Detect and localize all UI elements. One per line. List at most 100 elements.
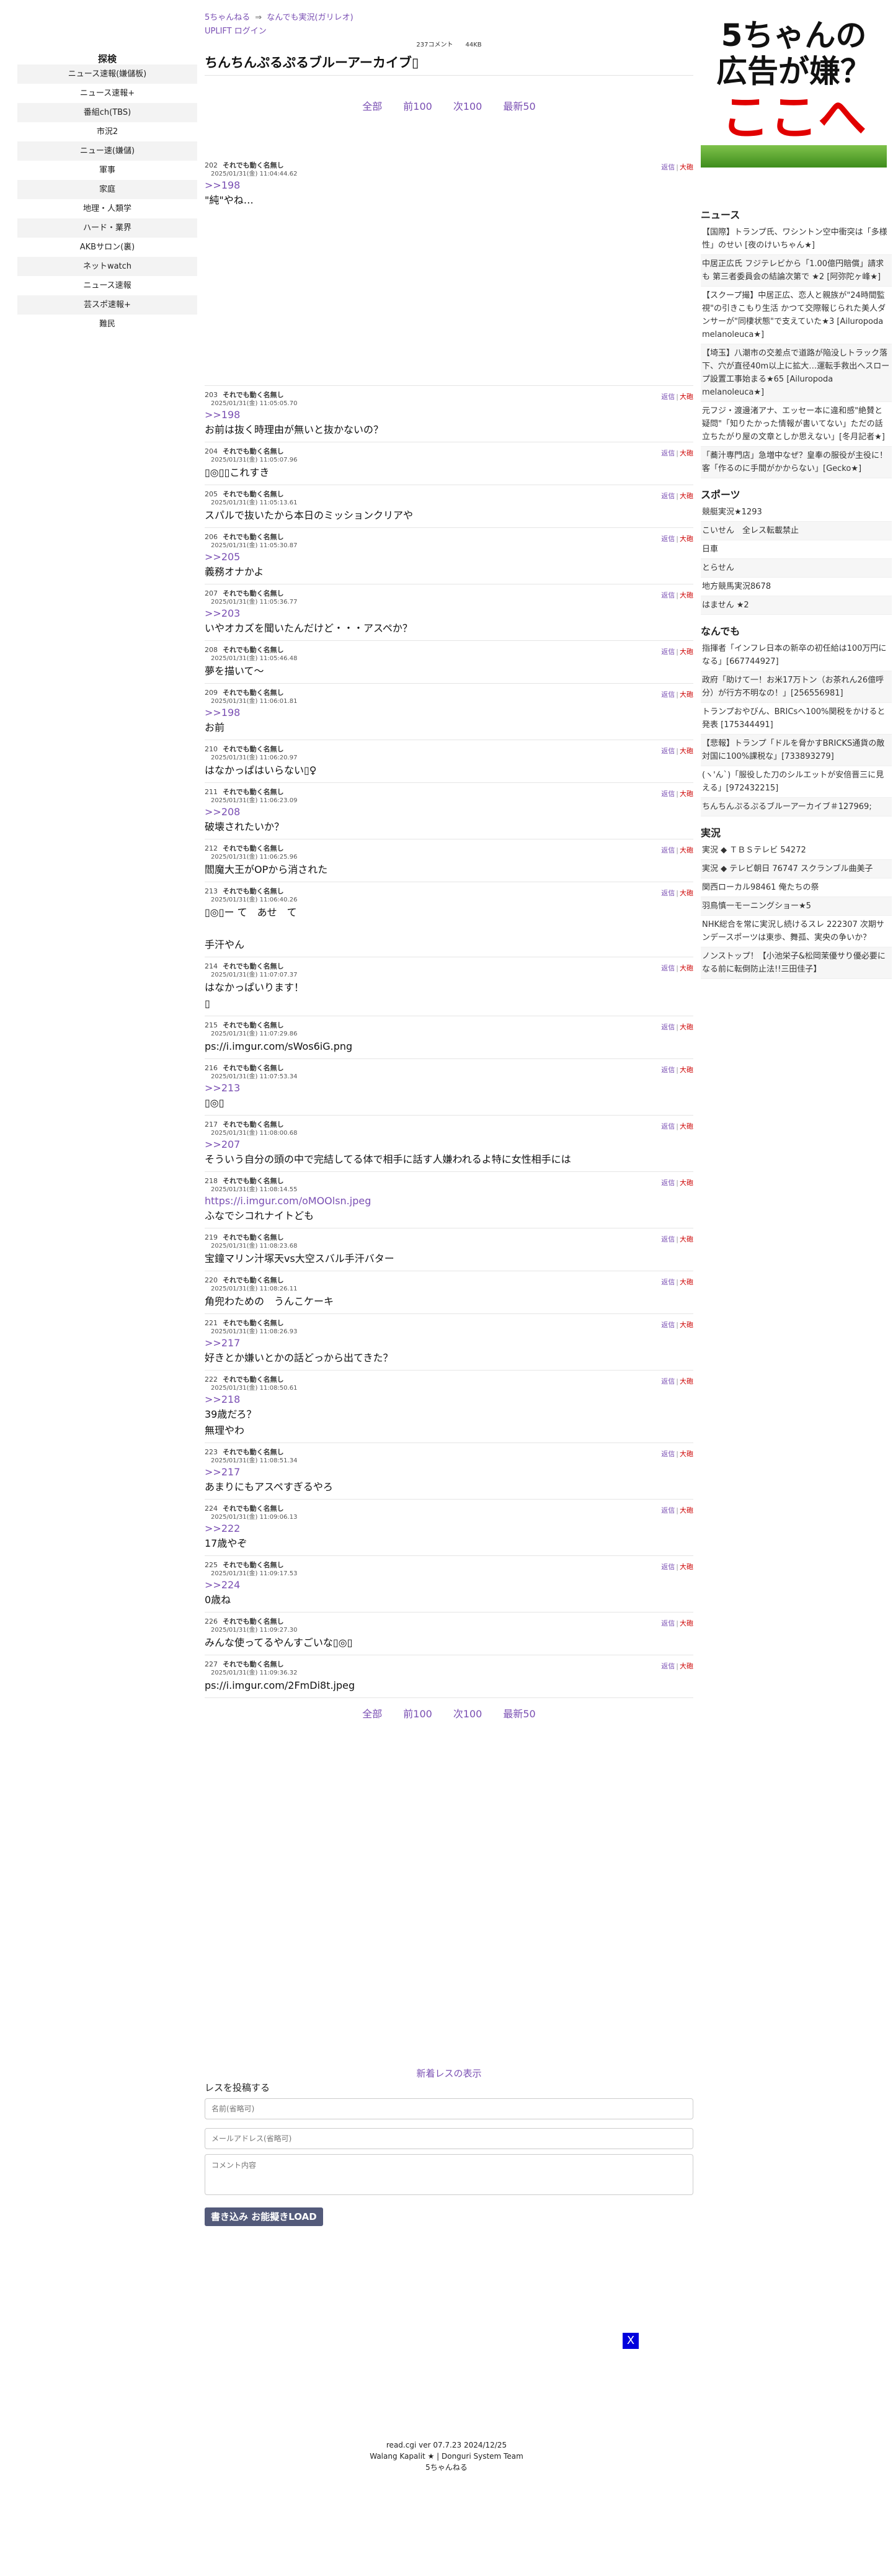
nav-item[interactable]: ニュース速報+ — [17, 84, 197, 103]
comment-textarea[interactable] — [205, 2154, 693, 2195]
cannon-link[interactable]: 大砲 — [680, 492, 693, 500]
breadcrumb-home-link[interactable]: 5ちゃんねる — [205, 13, 250, 22]
ad-banner[interactable]: 5ちゃんの 広告が嫌？ ここへ — [701, 16, 887, 168]
reply-link[interactable]: 返信 — [661, 1377, 675, 1385]
sports-item-link[interactable]: こいせん 全レス転載禁止 — [701, 522, 892, 540]
reply-link[interactable]: 返信 — [661, 846, 675, 854]
cannon-link[interactable]: 大砲 — [680, 591, 693, 599]
nav-item[interactable]: 市況2 — [17, 122, 197, 141]
cannon-link[interactable]: 大砲 — [680, 1377, 693, 1385]
pager-next-link[interactable]: 次100 — [453, 101, 482, 112]
cannon-link[interactable]: 大砲 — [680, 691, 693, 699]
reply-link[interactable]: 返信 — [661, 747, 675, 755]
any-item-link[interactable]: 政府「助けて一！お米17万トン（お茶れん26億呼分）が行方不明なの！」[2565… — [701, 671, 892, 703]
pager-last-link[interactable]: 最新50 — [503, 1708, 535, 1720]
cannon-link[interactable]: 大砲 — [680, 790, 693, 798]
live-item-link[interactable]: 実況 ◆ ＴＢＳテレビ 54272 — [701, 841, 892, 860]
live-item-link[interactable]: NHK総合を常に実況し続けるスレ 222307 次期サンデースポーツは東歩、舞孤… — [701, 916, 892, 947]
login-link[interactable]: UPLIFT ログイン — [205, 27, 267, 36]
reply-anchor-link[interactable]: >>203 — [205, 607, 693, 620]
cannon-link[interactable]: 大砲 — [680, 1235, 693, 1243]
any-item-link[interactable]: ちんちんぷるぷるブルーアーカイブ＃127969; — [701, 798, 892, 816]
reply-link[interactable]: 返信 — [661, 449, 675, 457]
nav-item[interactable]: ニュー速(嫌儲) — [17, 141, 197, 161]
any-item-link[interactable]: 指揮者「インフレ日本の新卒の初任給は100万円になる」[667744927] — [701, 640, 892, 671]
cannon-link[interactable]: 大砲 — [680, 1321, 693, 1329]
reply-link[interactable]: 返信 — [661, 1278, 675, 1286]
cannon-link[interactable]: 大砲 — [680, 747, 693, 755]
cannon-link[interactable]: 大砲 — [680, 1278, 693, 1286]
submit-button[interactable]: 書き込み お能擬きLOAD — [205, 2207, 323, 2226]
nav-item[interactable]: ハード・業界 — [17, 218, 197, 238]
cannon-link[interactable]: 大砲 — [680, 1023, 693, 1031]
reply-link[interactable]: 返信 — [661, 1450, 675, 1458]
reply-link[interactable]: 返信 — [661, 691, 675, 699]
reply-anchor-link[interactable]: >>198 — [205, 179, 693, 192]
cannon-link[interactable]: 大砲 — [680, 889, 693, 897]
reply-link[interactable]: 返信 — [661, 1122, 675, 1130]
pager-prev-link[interactable]: 前100 — [403, 1708, 432, 1720]
cannon-link[interactable]: 大砲 — [680, 1066, 693, 1074]
reply-anchor-link[interactable]: >>218 — [205, 1393, 693, 1407]
pager-next-link[interactable]: 次100 — [453, 1708, 482, 1720]
news-item-link[interactable]: 中居正広氏 フジテレビから「1.00億円賠償」請求も 第三者委員会の結論次第で … — [701, 255, 892, 287]
nav-item[interactable]: ニュース速報 — [17, 276, 197, 295]
cannon-link[interactable]: 大砲 — [680, 1563, 693, 1571]
close-icon[interactable]: X — [623, 2333, 639, 2349]
reply-link[interactable]: 返信 — [661, 1235, 675, 1243]
reply-anchor-link[interactable]: >>217 — [205, 1336, 693, 1350]
sports-item-link[interactable]: とらせん — [701, 559, 892, 578]
live-item-link[interactable]: ノンストップ！【小池栄子&松岡茉優サり優必要になる前に転倒防止法!!三田佳子】 — [701, 947, 892, 979]
reply-link[interactable]: 返信 — [661, 591, 675, 599]
image-link[interactable]: https://i.imgur.com/oMOOlsn.jpeg — [205, 1194, 693, 1208]
cannon-link[interactable]: 大砲 — [680, 846, 693, 854]
reply-link[interactable]: 返信 — [661, 648, 675, 656]
pager-all-link[interactable]: 全部 — [362, 101, 382, 112]
reply-link[interactable]: 返信 — [661, 1662, 675, 1670]
news-item-link[interactable]: 元フジ・渡邊渚アナ、エッセー本に違和感"絶賛と疑問"「知りたかった情報が書いてな… — [701, 402, 892, 447]
reply-anchor-link[interactable]: >>198 — [205, 706, 693, 720]
cannon-link[interactable]: 大砲 — [680, 1619, 693, 1627]
cannon-link[interactable]: 大砲 — [680, 1179, 693, 1187]
news-item-link[interactable]: 【埼玉】八潮市の交差点で道路が陥没しトラック落下、穴が直径40m以上に拡大…運転… — [701, 344, 892, 402]
cannon-link[interactable]: 大砲 — [680, 163, 693, 171]
cannon-link[interactable]: 大砲 — [680, 393, 693, 401]
name-input[interactable] — [205, 2098, 693, 2119]
pager-prev-link[interactable]: 前100 — [403, 101, 432, 112]
nav-item[interactable]: 芸スポ速報+ — [17, 295, 197, 315]
live-item-link[interactable]: 実況 ◆ テレビ朝日 76747 スクランブル曲美子 — [701, 860, 892, 879]
nav-item[interactable]: 難民 — [17, 315, 197, 334]
reply-link[interactable]: 返信 — [661, 1563, 675, 1571]
sports-item-link[interactable]: 地方競馬実況8678 — [701, 578, 892, 596]
reply-anchor-link[interactable]: >>213 — [205, 1081, 693, 1095]
any-item-link[interactable]: 【悲報】トランプ「ドルを脅かすBRICKS通貨の敵対国に100%課税な」[733… — [701, 735, 892, 766]
reply-link[interactable]: 返信 — [661, 964, 675, 972]
reply-anchor-link[interactable]: >>224 — [205, 1578, 693, 1592]
reply-anchor-link[interactable]: >>208 — [205, 805, 693, 819]
nav-item[interactable]: ネットwatch — [17, 257, 197, 276]
any-item-link[interactable]: トランプおやびん、BRICsへ100%関税をかけると発表 [175344491] — [701, 703, 892, 735]
pager-all-link[interactable]: 全部 — [362, 1708, 382, 1720]
live-item-link[interactable]: 羽鳥慎一モーニングショー★5 — [701, 897, 892, 916]
news-item-link[interactable]: 【スクープ撮】中居正広、恋人と親族が"24時間監視"の引きこもり生活 かつて交際… — [701, 287, 892, 344]
live-item-link[interactable]: 関西ローカル98461 俺たちの祭 — [701, 879, 892, 897]
breadcrumb-board-link[interactable]: なんでも実況(ガリレオ) — [267, 13, 353, 22]
nav-item[interactable]: 地理・人類学 — [17, 199, 197, 218]
reply-anchor-link[interactable]: >>217 — [205, 1465, 693, 1479]
reply-link[interactable]: 返信 — [661, 1066, 675, 1074]
reply-anchor-link[interactable]: >>207 — [205, 1138, 693, 1152]
reply-link[interactable]: 返信 — [661, 1179, 675, 1187]
news-item-link[interactable]: 「蕎汁専門店」急増中なぜ？皇奉の服役が主役に！客「作るのに手間がかからない」[G… — [701, 447, 892, 478]
new-posts-link[interactable]: 新着レスの表示 — [416, 2068, 481, 2079]
nav-item[interactable]: ニュース速報(嫌儲板) — [17, 65, 197, 84]
nav-item[interactable]: 番組ch(TBS) — [17, 103, 197, 122]
reply-anchor-link[interactable]: >>198 — [205, 408, 693, 422]
reply-anchor-link[interactable]: >>205 — [205, 550, 693, 564]
reply-link[interactable]: 返信 — [661, 393, 675, 401]
reply-link[interactable]: 返信 — [661, 492, 675, 500]
email-input[interactable] — [205, 2128, 693, 2149]
cannon-link[interactable]: 大砲 — [680, 1450, 693, 1458]
cannon-link[interactable]: 大砲 — [680, 1122, 693, 1130]
reply-link[interactable]: 返信 — [661, 889, 675, 897]
reply-link[interactable]: 返信 — [661, 535, 675, 543]
